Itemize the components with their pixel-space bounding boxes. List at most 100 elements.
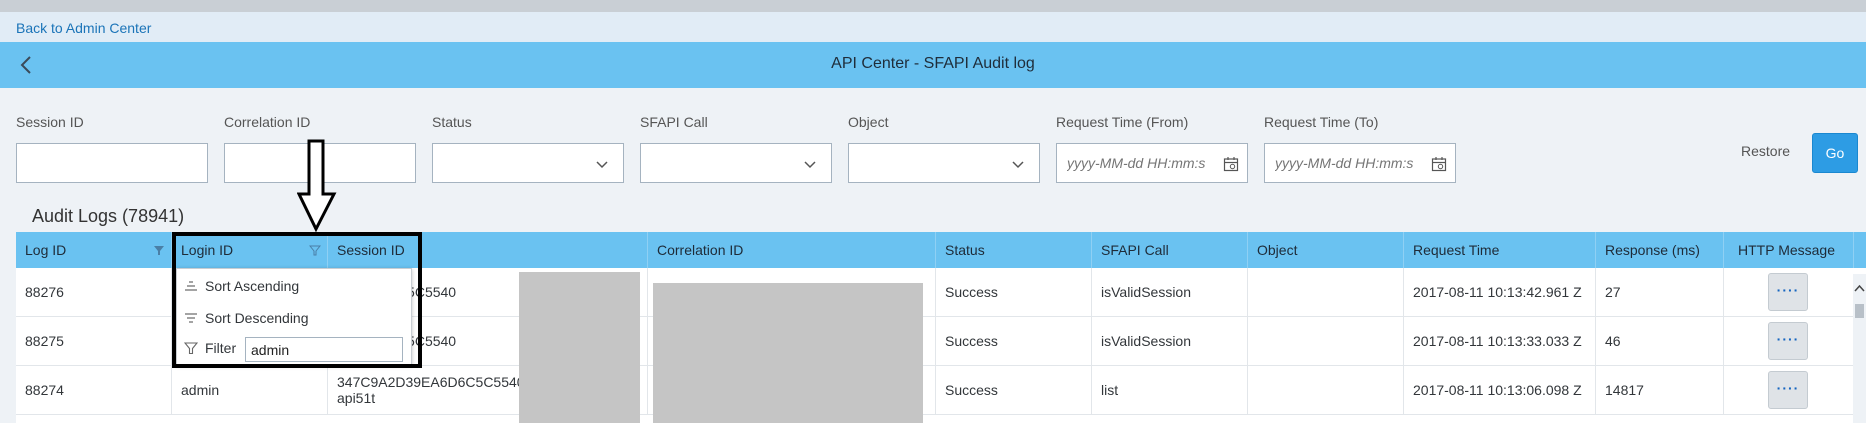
sort-descending-label: Sort Descending: [205, 310, 309, 326]
column-header-object[interactable]: Object: [1248, 232, 1404, 268]
object-select[interactable]: [848, 143, 1040, 183]
down-arrow-icon: [297, 139, 337, 232]
http-message-button[interactable]: ····: [1768, 322, 1808, 360]
status-filter: Status: [432, 114, 624, 183]
column-header-session-id[interactable]: Session ID: [328, 232, 648, 268]
cell-response-ms: 46: [1596, 317, 1724, 366]
chevron-down-icon: [804, 161, 816, 169]
sort-ascending-icon: [185, 281, 197, 291]
correlation-id-label: Correlation ID: [224, 114, 311, 130]
page-header: API Center - SFAPI Audit log: [0, 42, 1866, 88]
vertical-scrollbar[interactable]: [1853, 274, 1866, 423]
column-header-login-id[interactable]: Login ID: [172, 232, 328, 268]
request-time-from-label: Request Time (From): [1056, 114, 1189, 130]
request-time-from-input[interactable]: [1057, 144, 1247, 182]
column-header-http-message[interactable]: HTTP Message: [1724, 232, 1854, 268]
column-header-log-id[interactable]: Log ID: [16, 232, 172, 268]
page-title: API Center - SFAPI Audit log: [831, 55, 1035, 72]
top-strip: [0, 0, 1866, 12]
column-header-label: SFAPI Call: [1101, 242, 1169, 258]
cell-object: [1248, 268, 1404, 317]
login-id-filter-input[interactable]: [245, 337, 403, 362]
session-id-field-box: [16, 143, 208, 183]
chevron-up-icon[interactable]: [1854, 284, 1865, 293]
calendar-icon[interactable]: [1431, 156, 1447, 172]
request-time-to-input[interactable]: [1265, 144, 1455, 182]
column-header-request-time[interactable]: Request Time: [1404, 232, 1596, 268]
table-header: Log ID Login ID Session ID Correlation I…: [16, 232, 1866, 268]
object-filter: Object: [848, 114, 1040, 183]
column-header-label: HTTP Message: [1738, 242, 1835, 258]
cell-log-id: 88275: [16, 317, 172, 366]
status-label: Status: [432, 114, 472, 130]
column-header-status[interactable]: Status: [936, 232, 1092, 268]
cell-object: [1248, 366, 1404, 415]
scrollbar-thumb[interactable]: [1855, 304, 1864, 318]
session-id-label: Session ID: [16, 114, 84, 130]
sfapi-call-label: SFAPI Call: [640, 114, 708, 130]
sort-descending-item[interactable]: Sort Descending: [177, 303, 413, 333]
request-time-to-filter: Request Time (To): [1264, 114, 1456, 183]
table-title-row: Audit Logs (78941): [16, 198, 1866, 232]
cell-request-time: 2017-08-11 10:13:33.033 Z: [1404, 317, 1596, 366]
sort-ascending-label: Sort Ascending: [205, 278, 300, 294]
sfapi-call-select[interactable]: [640, 143, 832, 183]
cell-status: Success: [936, 317, 1092, 366]
filter-icon: [184, 342, 198, 355]
filter-item: Filter: [177, 333, 413, 363]
column-header-response-ms[interactable]: Response (ms): [1596, 232, 1724, 268]
cell-login-id: admin: [172, 366, 328, 415]
chevron-down-icon: [596, 161, 608, 169]
calendar-icon[interactable]: [1223, 156, 1239, 172]
http-message-button[interactable]: ····: [1768, 371, 1808, 409]
session-id-input[interactable]: [17, 144, 207, 182]
column-header-label: Login ID: [181, 242, 234, 258]
column-header-label: Log ID: [25, 242, 67, 258]
status-select[interactable]: [432, 143, 624, 183]
http-message-button[interactable]: ····: [1768, 273, 1808, 311]
cell-status: Success: [936, 366, 1092, 415]
table-row[interactable]: 88274 admin 347C9A2D39EA6D6C5C5540 api51…: [16, 366, 1866, 415]
go-button[interactable]: Go: [1812, 133, 1858, 173]
filter-bar: Session ID Correlation ID Status SFAPI C…: [0, 88, 1866, 198]
sort-ascending-item[interactable]: Sort Ascending: [177, 271, 413, 301]
cell-sfapi-call: list: [1092, 366, 1248, 415]
sort-descending-icon: [185, 313, 197, 323]
column-menu-popover: Sort Ascending Sort Descending Filter: [176, 268, 412, 365]
filter-icon: [154, 246, 164, 255]
cell-request-time: 2017-08-11 10:13:06.098 Z: [1404, 366, 1596, 415]
cell-response-ms: 14817: [1596, 366, 1724, 415]
request-time-from-field-box: [1056, 143, 1248, 183]
sfapi-call-filter: SFAPI Call: [640, 114, 832, 183]
redacted-area: [653, 283, 923, 423]
cell-status: Success: [936, 268, 1092, 317]
column-header-label: Correlation ID: [657, 242, 744, 258]
request-time-to-field-box: [1264, 143, 1456, 183]
redacted-area: [519, 272, 640, 423]
column-header-label: Session ID: [337, 242, 405, 258]
session-id-filter: Session ID: [16, 114, 208, 183]
back-bar: Back to Admin Center: [0, 12, 1866, 42]
filter-label: Filter: [205, 340, 237, 356]
table-title: Audit Logs (78941): [32, 206, 185, 226]
column-header-label: Status: [945, 242, 985, 258]
cell-sfapi-call: isValidSession: [1092, 268, 1248, 317]
restore-button[interactable]: Restore: [1741, 143, 1790, 159]
cell-log-id: 88276: [16, 268, 172, 317]
cell-object: [1248, 317, 1404, 366]
cell-request-time: 2017-08-11 10:13:42.961 Z: [1404, 268, 1596, 317]
column-header-correlation-id[interactable]: Correlation ID: [648, 232, 936, 268]
back-to-admin-center-link[interactable]: Back to Admin Center: [16, 20, 151, 36]
request-time-to-label: Request Time (To): [1264, 114, 1379, 130]
object-label: Object: [848, 114, 889, 130]
column-header-label: Response (ms): [1605, 242, 1700, 258]
cell-sfapi-call: isValidSession: [1092, 317, 1248, 366]
cell-response-ms: 27: [1596, 268, 1724, 317]
filter-icon: [309, 245, 321, 256]
chevron-down-icon: [1012, 161, 1024, 169]
cell-log-id: 88274: [16, 366, 172, 415]
request-time-from-filter: Request Time (From): [1056, 114, 1248, 183]
column-header-sfapi-call[interactable]: SFAPI Call: [1092, 232, 1248, 268]
column-header-label: Request Time: [1413, 242, 1500, 258]
column-header-label: Object: [1257, 242, 1298, 258]
